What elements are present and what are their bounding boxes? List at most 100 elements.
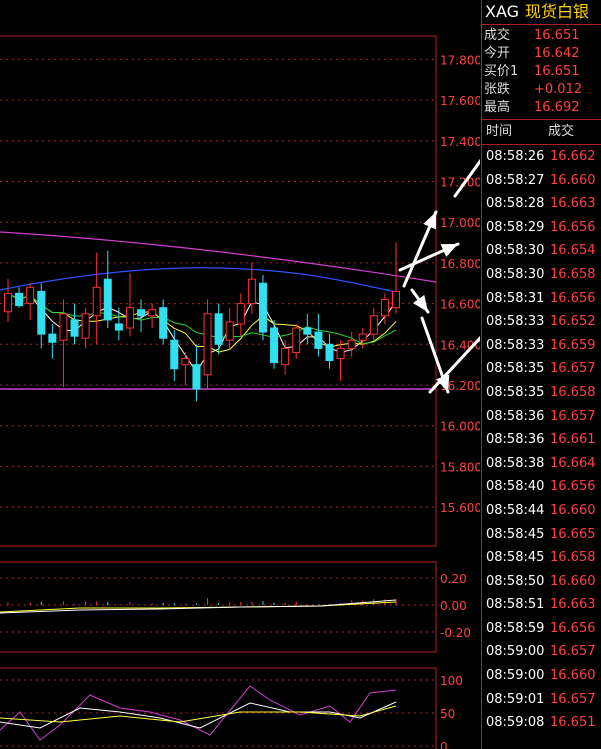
tick-time: 08:59:01 (486, 691, 545, 707)
tick-row: 08:58:36 16.661 (482, 428, 601, 452)
candle-body (48, 333, 57, 343)
tick-price: 16.656 (550, 620, 596, 636)
price-axis-label: 17.800 (440, 53, 480, 67)
tick-row: 08:58:27 16.660 (482, 169, 601, 193)
tick-row: 08:59:00 16.660 (482, 664, 601, 688)
tick-row: 08:58:59 16.656 (482, 617, 601, 641)
kdj-d-line (0, 705, 397, 723)
quote-label: 张跌 (484, 82, 511, 97)
candle-body (214, 313, 223, 345)
price-axis-label: 17.600 (440, 94, 480, 108)
quote-label: 成交 (484, 28, 511, 43)
tick-time: 08:58:50 (486, 573, 545, 589)
candle-body (347, 339, 356, 349)
tick-time: 08:58:30 (486, 266, 545, 282)
tick-row: 08:58:45 16.665 (482, 523, 601, 547)
tick-row: 08:58:35 16.658 (482, 381, 601, 405)
tick-time: 08:59:00 (486, 644, 545, 660)
tick-price: 16.665 (550, 526, 596, 542)
candle-body (270, 327, 279, 364)
quote-label: 今开 (484, 46, 511, 61)
tick-price: 16.656 (550, 479, 596, 495)
candle-body (358, 333, 367, 341)
candle-body (170, 339, 179, 370)
annotation-arrowhead (412, 294, 428, 312)
candle-body (114, 323, 123, 331)
tick-time: 08:58:33 (486, 337, 545, 353)
tick-time: 08:58:36 (486, 408, 545, 424)
quote-label: 买价1 (484, 64, 519, 79)
tick-price: 16.660 (550, 573, 596, 589)
candle-body (26, 286, 35, 305)
tick-price: 16.663 (550, 196, 596, 212)
tick-price: 16.658 (550, 550, 596, 566)
symbol-name: 现货白银 (525, 2, 590, 21)
tick-price: 16.660 (550, 172, 596, 188)
candle-body (148, 309, 157, 317)
candle-body (37, 290, 46, 335)
candle-body (81, 313, 90, 339)
tick-price: 16.652 (550, 314, 596, 330)
tick-time: 08:58:26 (486, 149, 545, 164)
quote-label: 最高 (484, 100, 511, 115)
price-axis-label: 16.000 (440, 420, 480, 434)
tick-price: 16.664 (550, 455, 596, 471)
main-chart[interactable]: 17.80017.60017.40017.20017.00016.80016.6… (0, 0, 480, 749)
candle-body (369, 315, 378, 335)
tick-price: 16.658 (550, 384, 596, 400)
tick-time: 08:58:59 (486, 620, 545, 636)
tick-row: 08:58:44 16.660 (482, 499, 601, 523)
candle-body (59, 313, 68, 341)
candle-body (159, 307, 168, 339)
tick-price: 16.651 (550, 715, 596, 731)
price-axis-label: 17.000 (440, 216, 480, 230)
tick-price: 16.654 (550, 243, 596, 259)
macd-axis-label: 0.20 (440, 572, 467, 586)
candle-body (303, 327, 312, 335)
quote-value: 16.651 (534, 28, 580, 43)
tick-time: 08:58:36 (486, 432, 545, 448)
tick-time: 08:58:40 (486, 479, 545, 495)
candle-body (247, 278, 256, 305)
tick-time: 08:58:35 (486, 361, 545, 377)
candle-body (137, 309, 146, 317)
quote-value: 16.642 (534, 46, 580, 61)
tick-time: 08:58:45 (486, 550, 545, 566)
candle-body (336, 347, 345, 360)
price-panel-border (0, 35, 437, 547)
moving-average-line (0, 267, 397, 293)
tick-time: 08:58:33 (486, 314, 545, 330)
macd-line (0, 599, 397, 614)
price-axis-label: 16.800 (440, 257, 480, 271)
tick-price: 16.659 (550, 337, 596, 353)
quote-value: 16.692 (534, 100, 580, 115)
macd-axis-label: -0.20 (440, 626, 471, 640)
tick-price: 16.657 (550, 361, 596, 377)
quote-row: 今开 16.642 (482, 45, 601, 63)
tick-row: 08:58:35 16.657 (482, 357, 601, 381)
tick-list[interactable]: 08:58:26 16.662 08:58:27 16.660 08:58:28 16.6… (482, 145, 601, 735)
candle-body (236, 303, 245, 325)
candle-body (125, 307, 134, 329)
kdj-axis-label: 0 (440, 740, 448, 749)
tick-price: 16.661 (550, 432, 596, 448)
tick-row: 08:58:33 16.659 (482, 334, 601, 358)
ticks-header-price: 成交 (548, 124, 575, 139)
tick-time: 08:58:31 (486, 290, 545, 306)
tick-row: 08:58:36 16.657 (482, 405, 601, 429)
tick-price: 16.662 (550, 149, 596, 164)
tick-price: 16.660 (550, 668, 596, 684)
tick-time: 08:58:44 (486, 502, 545, 518)
tick-row: 08:59:01 16.657 (482, 688, 601, 712)
candle-body (225, 321, 234, 341)
tick-row: 08:58:45 16.658 (482, 546, 601, 570)
tick-time: 08:59:00 (486, 668, 545, 684)
tick-row: 08:58:33 16.652 (482, 310, 601, 334)
tick-time: 08:58:27 (486, 172, 545, 188)
kdj-axis-label: 50 (440, 707, 455, 721)
tick-row: 08:58:30 16.658 (482, 263, 601, 287)
tick-price: 16.657 (550, 691, 596, 707)
quote-value: 16.651 (534, 64, 580, 79)
tick-time: 08:59:08 (486, 715, 545, 731)
tick-time: 08:58:30 (486, 243, 545, 259)
